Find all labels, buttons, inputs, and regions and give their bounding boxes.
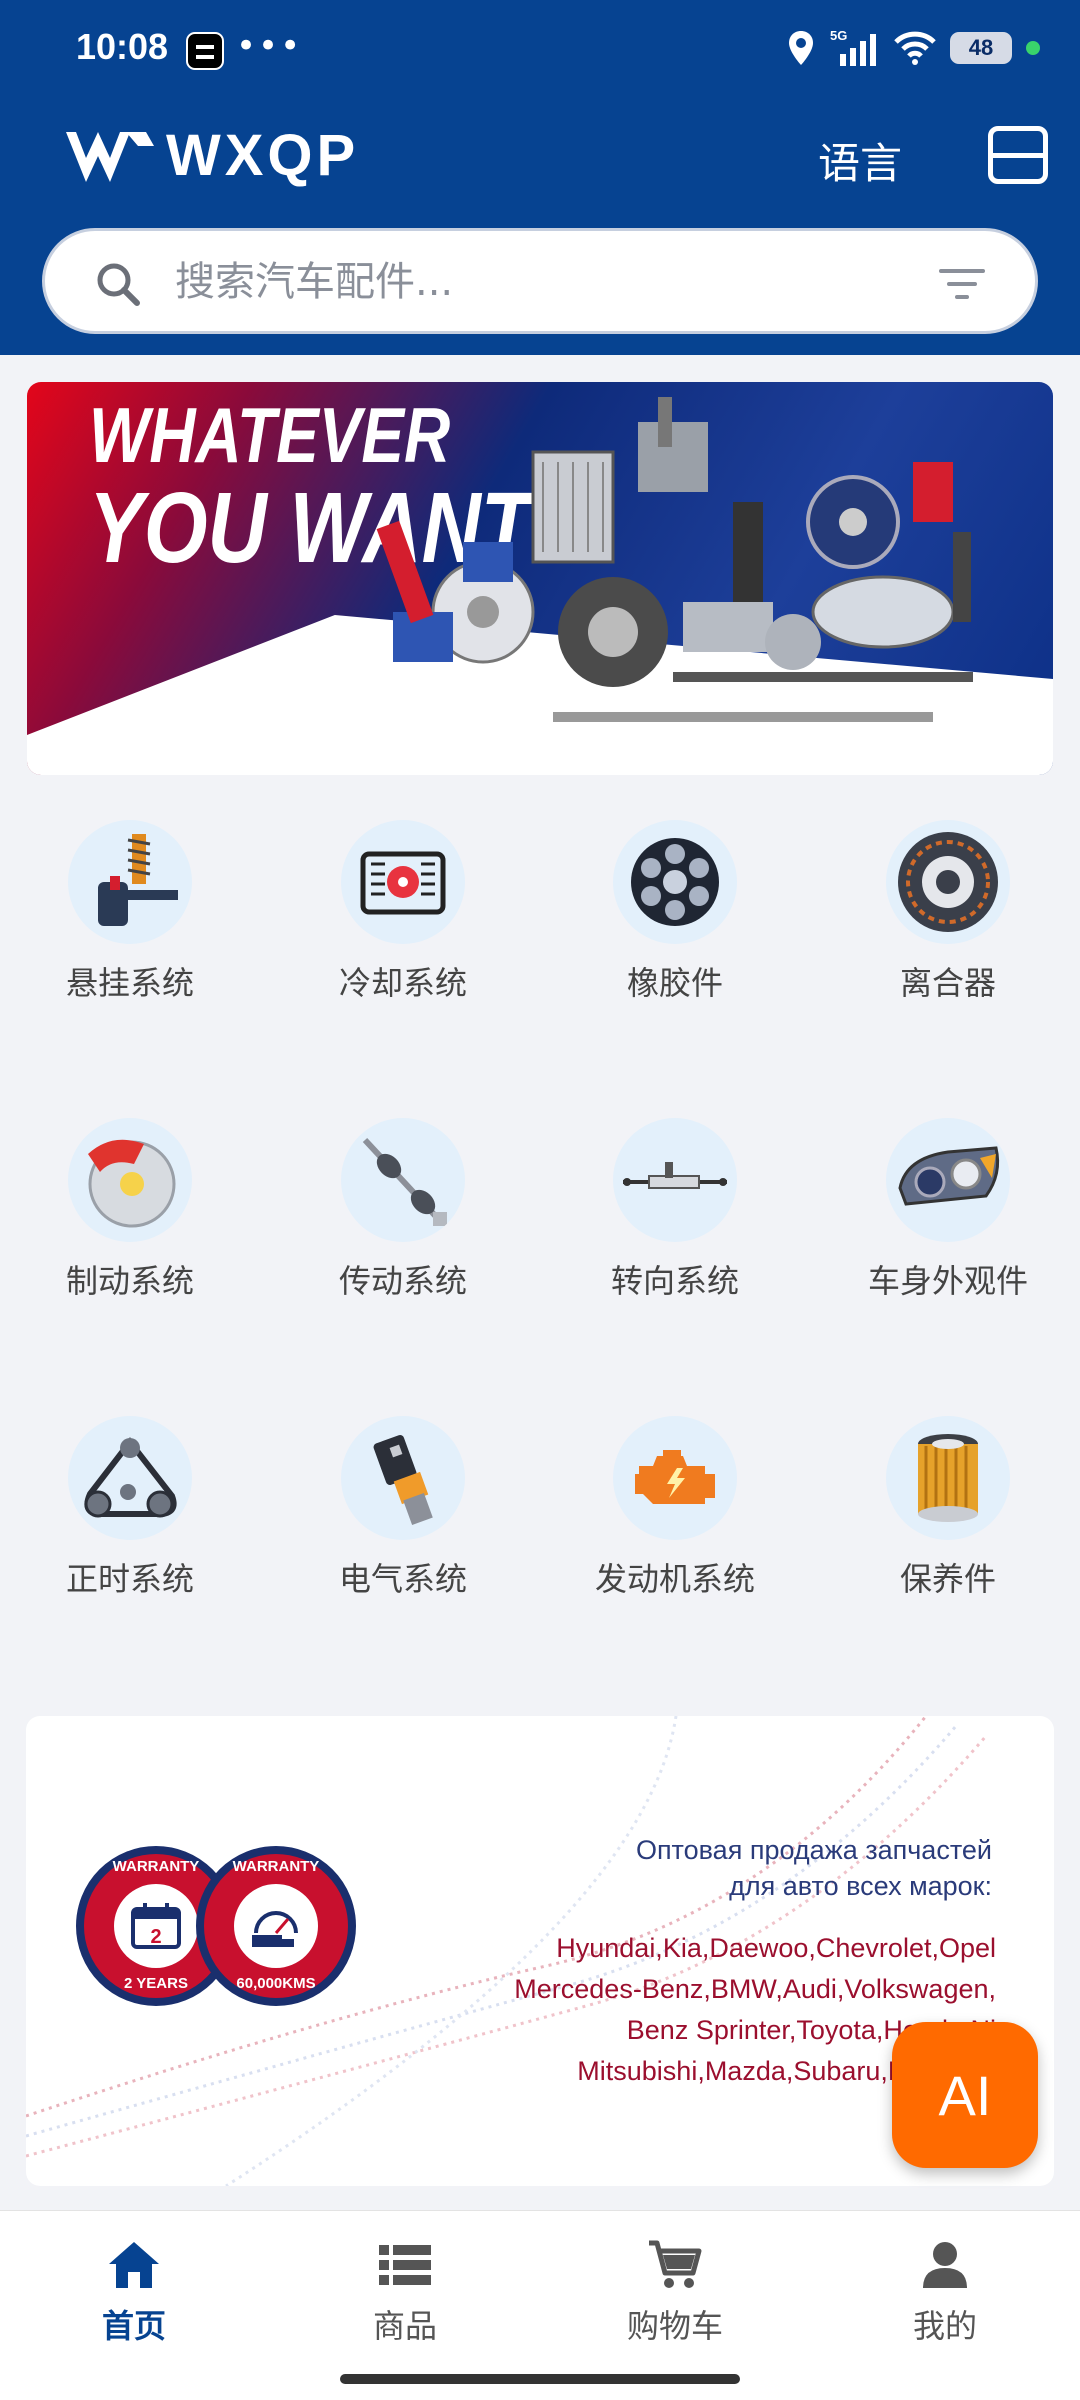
category-rubber[interactable]: 橡胶件 xyxy=(555,820,795,1004)
wholesale-line2: для авто всех марок: xyxy=(729,1871,992,1901)
brands-line1: Hyundai,Kia,Daewoo,Chevrolet,Opel xyxy=(556,1933,996,1963)
rubber-part-icon xyxy=(613,820,737,944)
status-bar: 10:08 ••• 5G 48 xyxy=(0,0,1080,100)
category-label: 离合器 xyxy=(899,964,996,1002)
suspension-icon xyxy=(68,820,192,944)
location-icon xyxy=(789,31,813,65)
category-label: 悬挂系统 xyxy=(65,964,194,1002)
ai-assistant-button[interactable]: AI xyxy=(892,2022,1038,2168)
wholesale-line1: Оптовая продажа запчастей xyxy=(635,1835,992,1865)
category-label: 车身外观件 xyxy=(867,1262,1028,1300)
speedometer-truck-icon xyxy=(234,1884,318,1968)
category-cooling[interactable]: 冷却系统 xyxy=(283,820,523,1004)
steering-rack-icon xyxy=(613,1118,737,1242)
sensor-icon xyxy=(341,1416,465,1540)
status-icons: 5G 48 xyxy=(786,28,1040,68)
user-icon xyxy=(845,2235,1045,2295)
logo-text: WXQP xyxy=(166,123,360,188)
svg-text:2: 2 xyxy=(150,1926,161,1948)
badge-top-text: WARRANTY xyxy=(232,1858,320,1875)
calendar-icon: 2 xyxy=(114,1884,198,1968)
category-clutch[interactable]: 离合器 xyxy=(828,820,1068,1004)
privacy-indicator-icon xyxy=(1026,41,1040,55)
category-menu-button[interactable] xyxy=(988,126,1048,184)
category-maintenance[interactable]: 保养件 xyxy=(828,1416,1068,1600)
warranty-badge-60000km: WARRANTY 60,000KMS xyxy=(196,1846,356,2006)
category-brake[interactable]: 制动系统 xyxy=(10,1118,250,1302)
filter-part-icon xyxy=(886,1416,1010,1540)
list-icon xyxy=(305,2235,505,2295)
engine-icon xyxy=(613,1416,737,1540)
nav-profile[interactable]: 我的 xyxy=(845,2235,1045,2347)
battery-indicator: 48 xyxy=(950,32,1012,64)
app-header: 10:08 ••• 5G 48 WXQP 语言 xyxy=(0,0,1080,355)
gesture-home-bar[interactable] xyxy=(340,2374,740,2384)
wxqp-logo: WXQP xyxy=(62,122,359,189)
promo-banner[interactable]: WHATEVER YOU WANT xyxy=(27,382,1053,775)
nav-label: 我的 xyxy=(912,2307,977,2345)
capcut-notification-icon xyxy=(186,32,224,70)
category-timing[interactable]: 正时系统 xyxy=(10,1416,250,1600)
clutch-icon xyxy=(886,820,1010,944)
home-icon xyxy=(34,2235,234,2295)
category-label: 电气系统 xyxy=(338,1560,467,1598)
brands-line2: Mercedes-Benz,BMW,Audi,Volkswagen, xyxy=(514,1974,996,2004)
category-label: 发动机系统 xyxy=(594,1560,755,1598)
svg-text:5G: 5G xyxy=(830,28,847,43)
auto-parts-illustration xyxy=(376,397,973,722)
search-bar[interactable] xyxy=(42,228,1038,334)
nav-label: 商品 xyxy=(372,2307,437,2345)
driveshaft-icon xyxy=(341,1118,465,1242)
nav-cart[interactable]: 购物车 xyxy=(575,2235,775,2347)
category-label: 保养件 xyxy=(899,1560,996,1598)
category-label: 制动系统 xyxy=(65,1262,194,1300)
cart-icon xyxy=(575,2235,775,2295)
category-steering[interactable]: 转向系统 xyxy=(555,1118,795,1302)
category-electrical[interactable]: 电气系统 xyxy=(283,1416,523,1600)
category-driveshaft[interactable]: 传动系统 xyxy=(283,1118,523,1302)
category-label: 传动系统 xyxy=(338,1262,467,1300)
wholesale-text: Оптовая продажа запчастей для авто всех … xyxy=(636,1832,992,1904)
language-button[interactable]: 语言 xyxy=(818,130,902,191)
nav-home[interactable]: 首页 xyxy=(34,2235,234,2347)
more-notifications-icon: ••• xyxy=(236,26,303,66)
signal-5g-icon: 5G xyxy=(830,28,876,66)
category-label: 正时系统 xyxy=(65,1560,194,1598)
category-label: 转向系统 xyxy=(610,1262,739,1300)
badge-bottom-text: 60,000KMS xyxy=(236,1975,316,1992)
category-engine[interactable]: 发动机系统 xyxy=(555,1416,795,1600)
nav-label: 首页 xyxy=(101,2307,166,2345)
category-label: 冷却系统 xyxy=(338,964,467,1002)
headlight-icon xyxy=(886,1118,1010,1242)
nav-products[interactable]: 商品 xyxy=(305,2235,505,2347)
nav-label: 购物车 xyxy=(626,2307,723,2345)
wxqp-logo-mark-icon xyxy=(66,131,154,182)
category-suspension[interactable]: 悬挂系统 xyxy=(10,820,250,1004)
brake-icon xyxy=(68,1118,192,1242)
category-label: 橡胶件 xyxy=(626,964,723,1002)
cooling-icon xyxy=(341,820,465,944)
filter-icon[interactable] xyxy=(939,267,985,301)
category-body-exterior[interactable]: 车身外观件 xyxy=(828,1118,1068,1302)
timing-belt-icon xyxy=(68,1416,192,1540)
search-icon xyxy=(97,263,140,306)
status-time: 10:08 xyxy=(76,26,169,67)
bottom-navigation: 首页 商品 购物车 我的 xyxy=(0,2210,1080,2400)
search-input[interactable] xyxy=(175,253,935,311)
wifi-icon xyxy=(894,31,936,65)
